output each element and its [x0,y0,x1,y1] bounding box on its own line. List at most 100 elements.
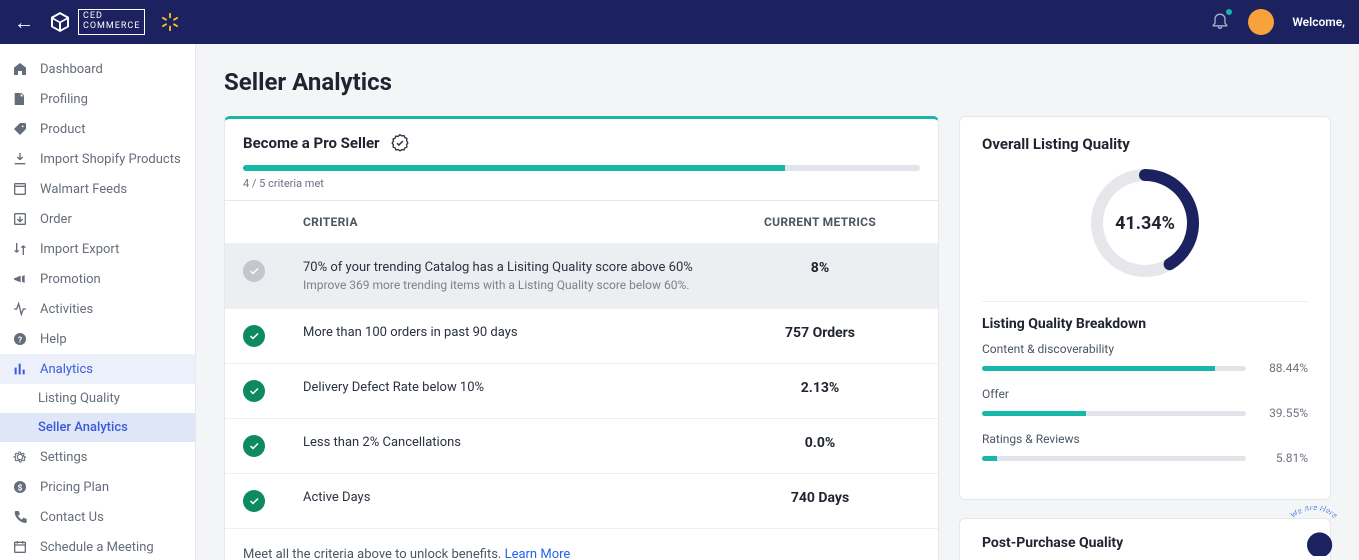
sidebar-item-label: Activities [40,302,93,317]
sidebar: Dashboard Profiling Product Import Shopify … [0,44,196,560]
phone-icon [12,509,28,525]
sidebar-item-pricing-plan[interactable]: $Pricing Plan [0,472,195,502]
sidebar-item-import-shopify-products[interactable]: Import Shopify Products [0,144,195,174]
breakdown-label: Content & discoverability [982,342,1308,356]
header-right: Welcome, [1210,9,1345,35]
sidebar-item-contact-us[interactable]: Contact Us [0,502,195,532]
breakdown-row: Content & discoverability 88.44% [982,342,1308,375]
gear-icon [12,449,28,465]
check-fail-icon [243,260,265,282]
criteria-metric: 740 Days [720,490,920,506]
feed-icon [12,181,28,197]
sidebar-item-label: Analytics [40,362,93,377]
check-pass-icon [243,490,265,512]
sidebar-item-label: Profiling [40,92,88,107]
sidebar-item-label: Settings [40,450,87,465]
breakdown-row: Ratings & Reviews5.81% [982,432,1308,465]
pro-footer-note: Meet all the criteria above to unlock be… [225,528,938,560]
calendar-icon [12,539,28,555]
sidebar-item-label: Dashboard [40,62,103,77]
brand-logo[interactable]: CEDCOMMERCE [48,9,181,35]
tag-icon [12,121,28,137]
order-icon [12,211,28,227]
help-icon: ? [12,331,28,347]
sidebar-subitem-seller-analytics[interactable]: Seller Analytics [0,413,195,442]
sidebar-item-walmart-feeds[interactable]: Walmart Feeds [0,174,195,204]
avatar[interactable] [1248,9,1274,35]
sidebar-item-schedule-a-meeting[interactable]: Schedule a Meeting [0,532,195,560]
criteria-row: Delivery Defect Rate below 10%2.13% [225,363,938,418]
criteria-subtext: Improve 369 more trending items with a L… [303,278,720,292]
sidebar-item-label: Promotion [40,272,101,287]
criteria-text: Active Days [303,490,720,505]
sidebar-item-label: Contact Us [40,510,104,525]
sidebar-item-label: Product [40,122,85,137]
check-pass-icon [243,435,265,457]
pro-progress-bar [243,165,920,171]
criteria-row: More than 100 orders in past 90 days757 … [225,308,938,363]
sidebar-item-order[interactable]: Order [0,204,195,234]
page-title: Seller Analytics [224,68,1331,96]
criteria-metric: 757 Orders [720,325,920,341]
criteria-row: 70% of your trending Catalog has a Lisit… [225,243,938,308]
criteria-met-label: 4 / 5 criteria met [243,177,920,190]
sidebar-item-label: Walmart Feeds [40,182,127,197]
breakdown-percent: 5.81% [1256,451,1308,465]
sidebar-item-profiling[interactable]: Profiling [0,84,195,114]
we-are-here-badge[interactable]: We Are Here [1279,506,1349,556]
sidebar-item-product[interactable]: Product [0,114,195,144]
sidebar-item-promotion[interactable]: Promotion [0,264,195,294]
criteria-row: Active Days740 Days [225,473,938,528]
criteria-table-header: CRITERIA CURRENT METRICS [225,200,938,243]
breakdown-label: Offer [982,387,1308,401]
svg-text:?: ? [18,335,22,345]
breakdown-bar [982,411,1246,416]
header-left: ← CEDCOMMERCE [14,9,181,35]
activity-icon [12,301,28,317]
brand-text: CEDCOMMERCE [78,9,145,35]
notifications-button[interactable] [1210,10,1230,34]
breakdown-title: Listing Quality Breakdown [982,301,1308,332]
quality-donut-chart: 41.34% [1085,163,1205,283]
learn-more-link[interactable]: Learn More [505,547,571,560]
listing-quality-card: Overall Listing Quality 41.34% Listing Q… [959,116,1331,500]
criteria-text: Less than 2% Cancellations [303,435,720,450]
criteria-text: 70% of your trending Catalog has a Lisit… [303,260,720,292]
pro-seller-card: Become a Pro Seller 4 / 5 criteria met C… [224,116,939,560]
main-content: Seller Analytics Become a Pro Seller 4 /… [196,44,1359,560]
breakdown-bar [982,366,1246,371]
criteria-metric: 0.0% [720,435,920,451]
home-icon [12,61,28,77]
back-arrow-icon[interactable]: ← [14,10,34,35]
sidebar-item-label: Import Export [40,242,119,257]
sidebar-item-label: Import Shopify Products [40,152,181,167]
sidebar-item-help[interactable]: ? Help [0,324,195,354]
check-pass-icon [243,325,265,347]
breakdown-row: Offer39.55% [982,387,1308,420]
post-purchase-card: Post-Purchase Quality 3.58% [959,518,1331,560]
sidebar-item-dashboard[interactable]: Dashboard [0,54,195,84]
sidebar-item-label: Order [40,212,72,227]
sidebar-item-settings[interactable]: Settings [0,442,195,472]
criteria-text: More than 100 orders in past 90 days [303,325,720,340]
profile-icon [12,91,28,107]
overall-quality-title: Overall Listing Quality [982,135,1308,153]
sidebar-item-import-export[interactable]: Import Export [0,234,195,264]
welcome-label: Welcome, [1292,15,1345,29]
breakdown-percent: 88.44% [1256,361,1308,375]
sidebar-item-label: Schedule a Meeting [40,540,154,555]
sidebar-item-analytics[interactable]: Analytics [0,354,195,384]
chart-icon [12,361,28,377]
svg-text:We Are Here: We Are Here [1289,506,1340,521]
sidebar-subitem-listing-quality[interactable]: Listing Quality [0,384,195,413]
walmart-spark-icon [159,11,181,33]
sidebar-item-activities[interactable]: Activities [0,294,195,324]
sidebar-item-label: Help [40,332,67,347]
criteria-metric: 8% [720,260,920,276]
quality-percent-label: 41.34% [1085,163,1205,283]
notification-dot [1225,8,1233,16]
criteria-metric: 2.13% [720,380,920,396]
sidebar-item-label: Pricing Plan [40,480,109,495]
verified-badge-icon [390,133,410,153]
pro-seller-title: Become a Pro Seller [243,134,380,152]
